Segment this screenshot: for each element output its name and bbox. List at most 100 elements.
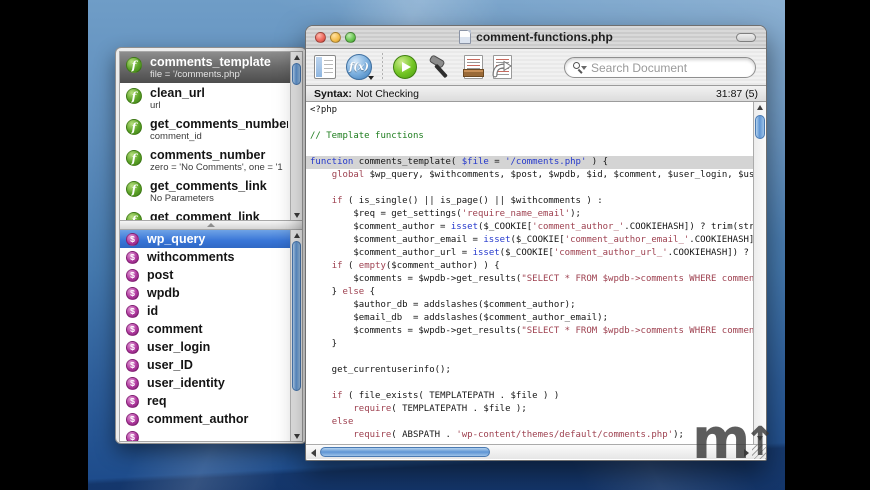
screen: f comments_template file = '/comments.php'… [0, 0, 870, 490]
scroll-down-arrow[interactable] [291, 431, 302, 441]
vertical-scrollbar[interactable] [753, 102, 766, 444]
variable-name: wpdb [147, 286, 180, 300]
functions-scrollbar[interactable] [290, 52, 302, 220]
functions-list[interactable]: f comments_template file = '/comments.php'… [120, 52, 290, 220]
function-name: comments_template [150, 55, 271, 69]
variable-list-item[interactable]: $ comment_author [120, 410, 290, 428]
function-name: get_comments_link [150, 179, 267, 193]
variables-scrollbar-thumb[interactable] [292, 241, 301, 391]
function-params: comment_id [150, 131, 202, 142]
code-content[interactable]: <?php // Template functions function com… [306, 102, 753, 444]
minimize-button-icon[interactable] [330, 32, 341, 43]
variable-list-item[interactable]: $ wp_query [120, 230, 290, 248]
arrow-up-icon [757, 105, 763, 110]
functions-panel: f comments_template file = '/comments.php'… [119, 51, 303, 221]
run-button[interactable] [393, 55, 417, 79]
code-line: $comments = $wpdb->get_results("SELECT *… [310, 274, 753, 284]
variable-list-item[interactable]: $ user_ID [120, 356, 290, 374]
letterbox-left [0, 0, 88, 490]
variable-list-item[interactable]: $ req [120, 392, 290, 410]
scroll-up-arrow[interactable] [754, 102, 766, 113]
arrow-up-icon [293, 232, 300, 238]
snippets-icon [463, 55, 484, 79]
close-button-icon[interactable] [315, 32, 326, 43]
title-bar[interactable]: comment-functions.php [306, 26, 766, 49]
panel-splitter[interactable] [119, 221, 303, 229]
code-line: } [310, 339, 338, 349]
variables-list[interactable]: $ wp_query $ withcomments $ post $ wpdb $ id $ comm… [120, 230, 290, 441]
build-button[interactable] [427, 54, 454, 81]
function-icon: f [126, 150, 142, 166]
splitter-caret-icon [207, 223, 215, 227]
document-icon [459, 30, 472, 44]
code-line: else [331, 417, 354, 427]
scroll-down-arrow[interactable] [291, 210, 302, 220]
variable-name: req [147, 394, 167, 408]
variable-icon: $ [126, 430, 139, 441]
variable-list-item[interactable]: $ wpdb [120, 284, 290, 302]
function-name: comments_number [150, 148, 266, 162]
function-params: file = '/comments.php' [150, 69, 242, 80]
scroll-up-arrow[interactable] [291, 52, 302, 62]
scroll-left-arrow[interactable] [308, 447, 319, 458]
toolbar-toggle-button[interactable] [736, 33, 756, 42]
code-line: $comment_author = isset($_COOKIE['commen… [310, 222, 753, 232]
variable-list-item[interactable]: $ post [120, 266, 290, 284]
variable-icon: $ [126, 286, 139, 300]
variable-list-item[interactable]: $ [120, 428, 290, 441]
code-line: $comment_author_email = isset($_COOKIE['… [310, 235, 753, 245]
variables-scrollbar[interactable] [290, 230, 302, 441]
variable-list-item[interactable]: $ withcomments [120, 248, 290, 266]
code-editor[interactable]: <?php // Template functions function com… [306, 102, 766, 444]
functions-menu-button[interactable]: f(x) [346, 54, 374, 80]
toolbar-separator [382, 53, 383, 81]
function-icon: f [126, 181, 142, 197]
search-field[interactable] [564, 57, 756, 78]
function-list-item[interactable]: f clean_url url [120, 83, 290, 114]
documents-drawer-button[interactable] [314, 55, 336, 79]
function-list-item[interactable]: f get_comments_link No Parameters [120, 176, 290, 207]
variable-list-item[interactable]: $ user_login [120, 338, 290, 356]
variable-list-item[interactable]: $ comment [120, 320, 290, 338]
code-line: } else { [310, 287, 376, 297]
variable-icon: $ [126, 394, 139, 408]
function-list-item[interactable]: f comments_number zero = 'No Comments', on… [120, 145, 290, 176]
variable-icon: $ [126, 322, 139, 336]
search-input[interactable] [591, 60, 747, 75]
run-icon [393, 55, 417, 79]
variable-name: user_login [147, 340, 211, 354]
functions-scrollbar-thumb[interactable] [292, 63, 301, 85]
snippets-button[interactable] [463, 55, 484, 79]
build-hammer-icon [429, 54, 448, 78]
variable-name: comment [147, 322, 203, 336]
function-name: get_comment_link [150, 210, 260, 220]
variable-icon: $ [126, 358, 139, 372]
horizontal-scrollbar-thumb[interactable] [320, 447, 490, 457]
menu-arrow-icon [368, 76, 374, 80]
function-list-item[interactable]: f get_comment_link [120, 207, 290, 220]
function-icon: f [126, 212, 142, 220]
variable-list-item[interactable]: $ id [120, 302, 290, 320]
function-list-item[interactable]: f comments_template file = '/comments.php' [120, 52, 290, 83]
preview-button[interactable] [492, 55, 512, 79]
symbols-palette-window: f comments_template file = '/comments.php'… [115, 47, 307, 444]
scroll-up-arrow[interactable] [291, 230, 302, 240]
function-icon: f [126, 88, 142, 104]
code-line: <?php [310, 105, 338, 115]
code-line: $comment_author_url = isset($_COOKIE['co… [310, 248, 749, 258]
function-list-item[interactable]: f get_comments_number comment_id [120, 114, 290, 145]
code-line: if ( is_single() || is_page() || $withco… [331, 196, 603, 206]
vertical-scrollbar-thumb[interactable] [755, 115, 765, 139]
variable-list-item[interactable]: $ user_identity [120, 374, 290, 392]
editor-window: comment-functions.php f(x) Search Docume… [305, 25, 767, 461]
variable-name: user_identity [147, 376, 225, 390]
function-params: zero = 'No Comments', one = '1 [150, 162, 283, 173]
search-icon [573, 61, 587, 74]
title-group: comment-functions.php [459, 30, 613, 44]
zoom-button-icon[interactable] [345, 32, 356, 43]
